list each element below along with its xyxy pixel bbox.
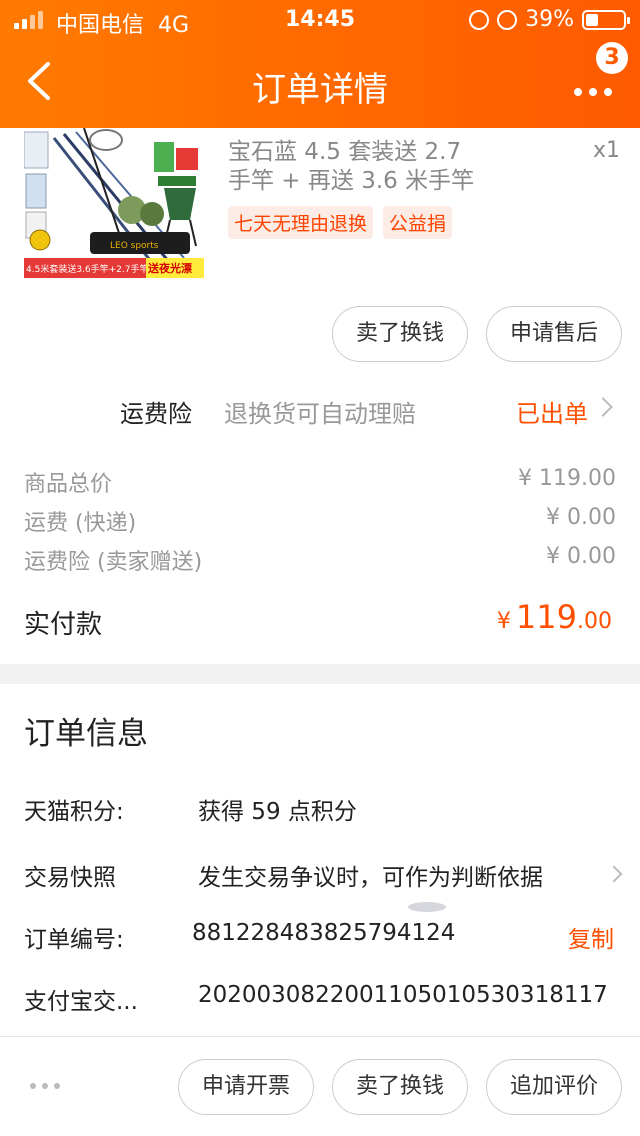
snapshot-value: 发生交易争议时，可作为判断依据 xyxy=(198,865,543,891)
image-brand: LEO sports xyxy=(110,241,159,251)
paid-currency: ¥ xyxy=(496,609,511,634)
alipay-label: 支付宝交... xyxy=(24,989,138,1015)
rotation-lock-icon xyxy=(469,9,490,30)
copy-order-number-button[interactable]: 复制 xyxy=(568,920,614,954)
points-label: 天猫积分: xyxy=(24,799,124,825)
apply-aftersale-button[interactable]: 申请售后 xyxy=(486,306,622,362)
price-row-insurance: 运费险 (卖家赠送) ¥ 0.00 xyxy=(24,544,616,576)
page-title: 订单详情 xyxy=(252,70,388,110)
more-button[interactable] xyxy=(574,70,614,100)
price-row-shipping: 运费 (快递) ¥ 0.00 xyxy=(24,505,616,537)
tag-seven-day-return: 七天无理由退换 xyxy=(228,206,374,239)
redaction-mark xyxy=(408,902,446,912)
order-number-value: 881228483825794124 xyxy=(192,920,456,946)
price-label: 运费险 (卖家赠送) xyxy=(24,550,203,575)
product-image[interactable]: LEO sports 4.5米套装送3.6手竿+2.7手竿 送夜光漂 xyxy=(24,128,204,278)
shipping-insurance-row[interactable]: 运费险 退换货可自动理赔 已出单 xyxy=(0,390,640,430)
image-caption-left: 4.5米套装送3.6手竿+2.7手竿 xyxy=(26,263,148,275)
paid-amount: ¥ 119.00 xyxy=(497,598,612,636)
insurance-label: 运费险 xyxy=(120,400,192,428)
alipay-value: 2020030822001105010530318117 xyxy=(198,982,608,1008)
product-name[interactable]: 宝石蓝 4.5 套装送 2.7 手竿 + 再送 3.6 米手竿 xyxy=(228,138,478,196)
price-value: ¥ 0.00 xyxy=(546,544,616,569)
product-card: LEO sports 4.5米套装送3.6手竿+2.7手竿 送夜光漂 宝石蓝 4… xyxy=(0,128,640,664)
price-label: 运费 (快递) xyxy=(24,511,137,536)
header-bar: 中国电信 4G 14:45 39% 订单详情 3 xyxy=(0,0,640,128)
status-right: 39% xyxy=(469,7,630,32)
image-caption-right: 送夜光漂 xyxy=(147,261,192,275)
price-label: 商品总价 xyxy=(24,472,113,497)
paid-label: 实付款 xyxy=(24,610,103,640)
tag-charity: 公益捐 xyxy=(383,206,453,239)
chevron-right-icon xyxy=(593,397,613,417)
chevron-right-icon xyxy=(605,865,623,883)
more-horizontal-icon xyxy=(574,88,612,96)
paid-integer: 119 xyxy=(515,598,577,636)
price-row-goods: 商品总价 ¥ 119.00 xyxy=(24,466,616,498)
insurance-status: 已出单 xyxy=(516,400,588,428)
order-info-section: 订单信息 天猫积分: 获得 59 点积分 交易快照 发生交易争议时，可作为判断依… xyxy=(0,684,640,1036)
price-value: ¥ 0.00 xyxy=(546,505,616,530)
paid-decimal: .00 xyxy=(577,609,612,634)
more-actions-icon[interactable] xyxy=(30,1083,60,1089)
points-value: 获得 59 点积分 xyxy=(198,799,357,825)
snapshot-label: 交易快照 xyxy=(24,865,116,891)
insurance-desc: 退换货可自动理赔 xyxy=(224,400,416,428)
message-count-badge: 3 xyxy=(596,42,628,74)
price-value: ¥ 119.00 xyxy=(518,466,616,491)
sell-for-cash-bottom-button[interactable]: 卖了换钱 xyxy=(332,1059,468,1115)
alarm-icon xyxy=(497,9,518,30)
add-review-button[interactable]: 追加评价 xyxy=(486,1059,622,1115)
battery-percent: 39% xyxy=(525,7,574,32)
status-bar: 中国电信 4G 14:45 39% xyxy=(0,0,640,40)
apply-invoice-button[interactable]: 申请开票 xyxy=(178,1059,314,1115)
product-quantity: x1 xyxy=(592,138,620,163)
order-info-title: 订单信息 xyxy=(24,716,148,752)
order-number-label: 订单编号: xyxy=(24,927,124,953)
battery-icon xyxy=(582,9,630,30)
product-tags: 七天无理由退换 公益捐 xyxy=(228,206,453,239)
sell-for-cash-button[interactable]: 卖了换钱 xyxy=(332,306,468,362)
bottom-action-bar: 申请开票 卖了换钱 追加评价 xyxy=(0,1036,640,1136)
